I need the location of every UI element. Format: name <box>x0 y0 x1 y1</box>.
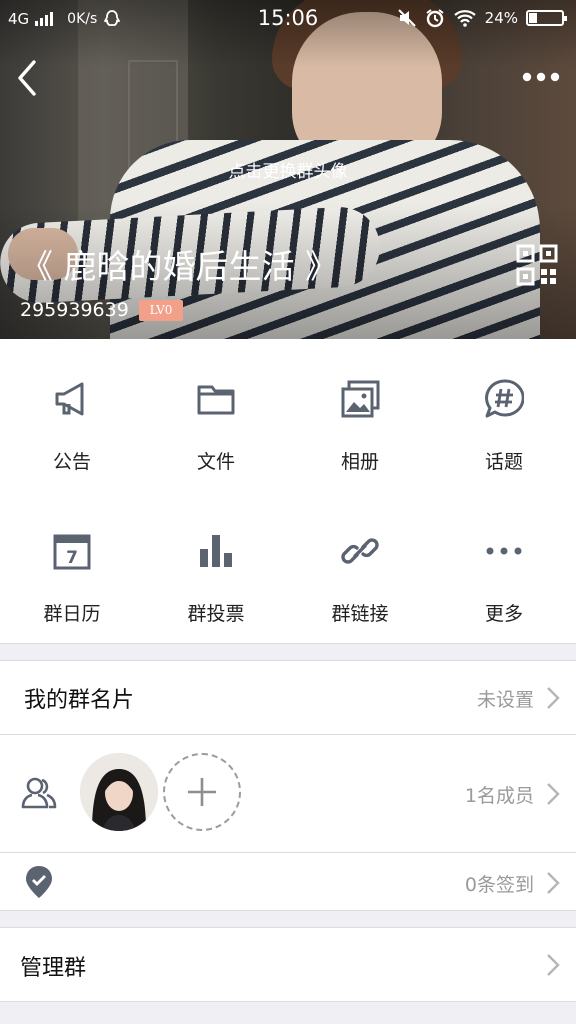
chevron-right-icon <box>547 954 560 976</box>
battery-fill <box>529 13 538 23</box>
group-name: 《 鹿晗的婚后生活 》 <box>20 247 338 286</box>
avatar-illustration <box>80 753 158 831</box>
member-avatar[interactable] <box>80 753 158 831</box>
feature-announcement[interactable]: 公告 <box>0 339 144 489</box>
chevron-right-icon <box>547 687 560 709</box>
section-divider <box>0 643 576 661</box>
battery-icon <box>526 10 567 26</box>
battery-percent: 24% <box>484 9 518 27</box>
calendar-day: 7 <box>66 548 78 568</box>
more-dots-icon <box>486 547 522 555</box>
feature-files[interactable]: 文件 <box>144 339 288 489</box>
checkin-row[interactable]: 0条签到 <box>0 852 576 911</box>
feature-vote[interactable]: 群投票 <box>144 491 288 641</box>
my-group-card-row[interactable]: 我的群名片 未设置 <box>0 660 576 735</box>
feature-label: 群投票 <box>187 603 245 625</box>
feature-label: 文件 <box>196 451 235 473</box>
feature-label: 话题 <box>484 451 523 473</box>
feature-label: 群链接 <box>331 603 389 625</box>
feature-link[interactable]: 群链接 <box>288 491 432 641</box>
feature-label: 更多 <box>484 603 523 625</box>
calendar-icon: 7 <box>53 534 91 570</box>
group-id: 295939639 <box>20 299 129 321</box>
qr-code-icon[interactable] <box>516 244 558 286</box>
checkin-count: 0条签到 <box>464 874 534 896</box>
megaphone-icon <box>55 382 84 416</box>
members-row[interactable]: 1名成员 <box>0 734 576 853</box>
members-icon <box>21 777 57 809</box>
feature-album[interactable]: 相册 <box>288 339 432 489</box>
status-right: 24% <box>397 8 567 28</box>
manage-group-label: 管理群 <box>20 956 87 981</box>
my-card-value: 未设置 <box>476 689 534 711</box>
bottom-spacer <box>0 1002 576 1024</box>
link-icon <box>341 538 379 564</box>
back-arrow-icon[interactable] <box>10 56 46 100</box>
feature-label: 相册 <box>340 451 379 473</box>
feature-label: 公告 <box>52 451 91 473</box>
chevron-right-icon <box>547 783 560 805</box>
change-avatar-hint[interactable]: 点击更换群头像 <box>0 157 576 182</box>
feature-topic[interactable]: 话题 <box>432 339 576 489</box>
member-count: 1名成员 <box>464 785 534 807</box>
location-check-icon <box>26 866 52 898</box>
feature-calendar[interactable]: 7 群日历 <box>0 491 144 641</box>
plus-icon <box>188 778 216 806</box>
folder-icon <box>197 385 235 415</box>
photo-album-icon <box>341 380 380 418</box>
feature-label: 群日历 <box>43 603 101 625</box>
alarm-icon <box>426 9 444 28</box>
mute-icon <box>397 9 416 27</box>
my-card-label: 我的群名片 <box>24 688 135 713</box>
add-member-button[interactable] <box>163 753 241 831</box>
status-bar: 4G 0K/s 15:06 24% <box>0 0 576 38</box>
feature-more[interactable]: 更多 <box>432 491 576 641</box>
more-options-icon[interactable] <box>520 66 562 88</box>
bar-chart-vote-icon <box>200 535 232 567</box>
section-divider <box>0 910 576 928</box>
hashtag-topic-icon <box>485 379 524 418</box>
chevron-right-icon <box>547 872 560 894</box>
feature-grid: 公告 文件 相册 话题 7 群日历 群投票 群链接 更多 <box>0 339 576 644</box>
level-badge: LV0 <box>139 300 183 321</box>
wifi-icon <box>453 10 476 27</box>
manage-group-row[interactable]: 管理群 <box>0 927 576 1002</box>
